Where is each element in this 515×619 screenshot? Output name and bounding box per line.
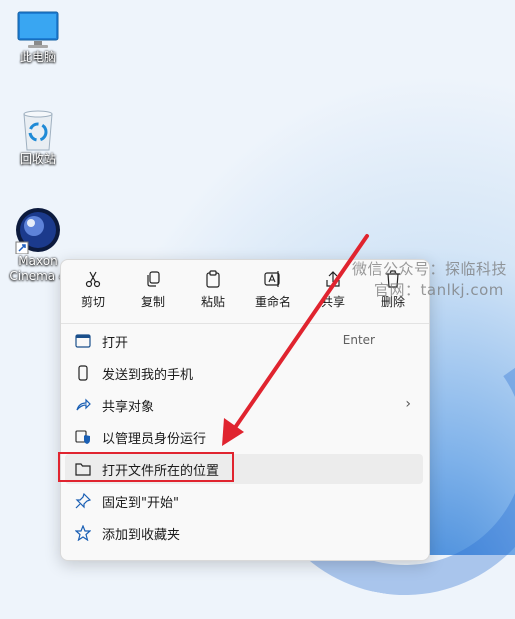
- menu-item-label: 添加到收藏夹: [102, 528, 181, 543]
- copy-button[interactable]: 复制: [123, 268, 183, 310]
- menu-item-label: 发送到我的手机: [102, 368, 194, 383]
- menu-item-label: 固定到"开始": [102, 496, 179, 511]
- menu-item-label: 以管理员身份运行: [102, 432, 207, 447]
- watermark-line1: 微信公众号：探临科技: [352, 260, 508, 278]
- paste-label: 粘贴: [200, 295, 225, 309]
- shortcut-label: Enter: [342, 333, 375, 347]
- watermark: 微信公众号：探临科技 官网：tanlkj.com: [352, 259, 507, 301]
- scissors-icon: [85, 271, 101, 288]
- share-icon: [326, 271, 340, 287]
- menu-item-send-to-phone[interactable]: 发送到我的手机: [65, 358, 423, 388]
- copy-label: 复制: [140, 295, 165, 309]
- rename-icon: [264, 271, 280, 287]
- desktop-icon-label: 此电脑: [19, 50, 56, 64]
- cut-label: 剪切: [80, 295, 105, 309]
- cinema4d-icon: [15, 208, 60, 254]
- desktop-icon-this-pc[interactable]: 此电脑: [2, 10, 74, 65]
- menu-divider: [61, 323, 429, 324]
- menu-item-label: 打开: [102, 336, 129, 351]
- menu-item-run-as-admin[interactable]: 以管理员身份运行: [65, 422, 423, 452]
- menu-item-pin-to-start[interactable]: 固定到"开始": [65, 486, 423, 516]
- star-icon: [75, 525, 91, 541]
- open-icon: [75, 334, 91, 348]
- phone-icon: [78, 365, 88, 381]
- desktop-icon-recycle-bin[interactable]: 回收站: [2, 108, 74, 167]
- shield-icon: [75, 430, 90, 444]
- watermark-line2: 官网：tanlkj.com: [374, 281, 504, 299]
- rename-button[interactable]: 重命名: [243, 268, 303, 310]
- cut-button[interactable]: 剪切: [63, 268, 123, 310]
- desktop-icon-label: 回收站: [19, 152, 56, 166]
- rename-label: 重命名: [254, 295, 291, 309]
- copy-icon: [147, 271, 160, 287]
- menu-item-share-with[interactable]: 共享对象 ›: [65, 390, 423, 420]
- menu-item-add-to-favorites[interactable]: 添加到收藏夹: [65, 518, 423, 548]
- context-menu: 剪切 复制 粘贴 重命名 共享 删除 打开 Enter 发送到我的手机 共享对象…: [60, 259, 430, 561]
- share-icon: [76, 398, 91, 411]
- chevron-right-icon: ›: [405, 396, 411, 412]
- recycle-bin-icon: [23, 110, 53, 151]
- paste-button[interactable]: 粘贴: [183, 268, 243, 310]
- monitor-icon: [17, 11, 59, 48]
- menu-item-open[interactable]: 打开 Enter: [65, 326, 423, 356]
- paste-icon: [206, 270, 220, 288]
- menu-item-label: 共享对象: [102, 400, 155, 415]
- pin-icon: [75, 493, 91, 509]
- desktop-icon-label: Maxon Cinema 4: [9, 254, 67, 283]
- highlight-box: [58, 452, 234, 482]
